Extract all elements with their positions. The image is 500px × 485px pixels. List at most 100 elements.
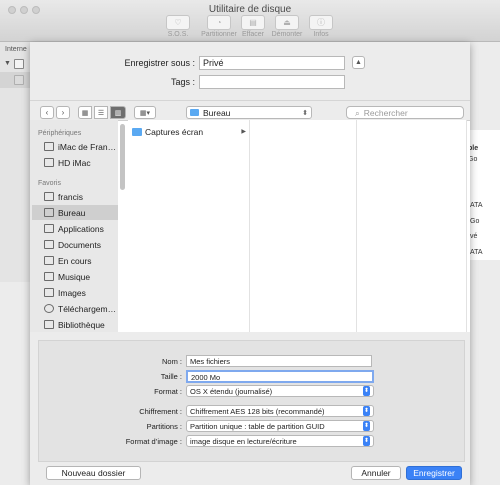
sidebar-item-label: Musique: [58, 271, 91, 282]
list-item[interactable]: Captures écran ▶: [132, 126, 246, 137]
updown-icon: ⬍: [302, 109, 308, 117]
info-fragment: ATA: [470, 249, 483, 256]
sidebar-selected-volume[interactable]: [0, 72, 30, 88]
applications-icon: [44, 224, 54, 233]
sidebar-item-label: Bureau: [58, 207, 86, 218]
desktop-icon: [44, 208, 54, 217]
disclosure-arrow-icon: ▶: [241, 129, 246, 135]
sidebar-item-francis[interactable]: francis: [32, 189, 118, 204]
cover-flow-icon: ▦▾: [139, 109, 151, 117]
sidebar-item-label: Images: [58, 287, 86, 298]
folder-icon: [132, 127, 142, 136]
downloads-icon: [44, 304, 54, 313]
chevron-updown-icon: ⬍: [363, 421, 370, 431]
save-as-input[interactable]: Privé: [199, 56, 345, 70]
unmount-button[interactable]: ⏏: [275, 15, 299, 30]
sidebar-item-label: En cours: [58, 255, 92, 266]
info-label: Infos: [313, 31, 329, 38]
size-input[interactable]: 2000 Mo: [186, 370, 374, 383]
format-value: OS X étendu (journalisé): [190, 386, 273, 396]
info-fragment: vé: [470, 233, 478, 240]
encryption-select[interactable]: Chiffrement AES 128 bits (recommandé) ⬍: [186, 405, 374, 417]
hard-drive-icon: [44, 158, 54, 167]
browser-column-3: [357, 120, 467, 332]
sidebar-item-label: Documents: [58, 239, 101, 250]
image-format-select[interactable]: image disque en lecture/écriture ⬍: [186, 435, 374, 447]
sidebar-item-bibliotheque[interactable]: Bibliothèque: [32, 317, 118, 332]
partitions-select[interactable]: Partition unique : table de partition GU…: [186, 420, 374, 432]
sidebar-item-label: iMac de Fran…: [58, 141, 117, 152]
browser-column-2: [250, 120, 357, 332]
save-button[interactable]: Enregistrer: [406, 466, 462, 480]
sidebar-item-musique[interactable]: Musique: [32, 269, 118, 284]
disk-icon[interactable]: [14, 59, 24, 69]
window-title: Utilitaire de disque: [208, 4, 292, 15]
devices-header: Périphériques: [38, 130, 82, 137]
sidebar-item-documents[interactable]: Documents: [32, 237, 118, 252]
location-label: Bureau: [203, 107, 231, 118]
erase-button[interactable]: ▤: [241, 15, 265, 30]
imac-icon: [44, 142, 54, 151]
chevron-right-icon: ›: [61, 108, 65, 117]
encryption-label: Chiffrement :: [139, 407, 182, 416]
stethoscope-icon: ♡: [174, 18, 182, 27]
chevron-left-icon: ‹: [45, 108, 49, 117]
pie-icon: ◔: [216, 18, 222, 27]
folder-icon: [44, 256, 54, 265]
partition-button[interactable]: ◔: [207, 15, 231, 30]
search-icon: ⌕: [355, 108, 360, 118]
list-view-button[interactable]: ☰: [94, 106, 108, 119]
gallery-view-button[interactable]: ▦▾: [134, 106, 156, 119]
column-view-button[interactable]: ▥: [110, 106, 126, 119]
cancel-button[interactable]: Annuler: [351, 466, 401, 480]
image-format-value: image disque en lecture/écriture: [190, 436, 297, 446]
back-button[interactable]: ‹: [40, 106, 54, 119]
sidebar-item-en-cours[interactable]: En cours: [32, 253, 118, 268]
disclosure-triangle-icon[interactable]: ▼: [4, 60, 11, 67]
tags-input[interactable]: [199, 75, 345, 89]
list-icon: ☰: [97, 109, 105, 117]
sidebar-item-bureau[interactable]: Bureau: [32, 205, 118, 220]
sidebar-item-images[interactable]: Images: [32, 285, 118, 300]
info-button[interactable]: ⓘ: [309, 15, 333, 30]
new-folder-button[interactable]: Nouveau dossier: [46, 466, 141, 480]
music-icon: [44, 272, 54, 281]
collapse-sheet-button[interactable]: ▲: [352, 56, 365, 69]
grid-icon: ▦: [81, 109, 89, 117]
sidebar-item-applications[interactable]: Applications: [32, 221, 118, 236]
location-popup[interactable]: Bureau ⬍: [186, 106, 312, 119]
chevron-updown-icon: ⬍: [363, 406, 370, 416]
tags-label: Tags :: [170, 77, 195, 87]
sidebar-scrollbar[interactable]: [120, 124, 125, 190]
size-label: Taille :: [160, 372, 182, 381]
image-format-label: Format d’image :: [125, 437, 182, 446]
folder-icon: [190, 109, 199, 116]
chevron-updown-icon: ⬍: [363, 436, 370, 446]
icon-view-button[interactable]: ▦: [78, 106, 92, 119]
forward-button[interactable]: ›: [56, 106, 70, 119]
sidebar-item-telechargements[interactable]: Téléchargem…: [32, 301, 118, 316]
favorites-header: Favoris: [38, 180, 61, 187]
name-label: Nom :: [161, 357, 182, 366]
partitions-label: Partitions :: [146, 422, 182, 431]
sidebar-item-label: Applications: [58, 223, 104, 234]
search-input[interactable]: ⌕ Rechercher: [346, 106, 464, 119]
info-icon: ⓘ: [317, 18, 325, 27]
folder-label: Captures écran: [145, 126, 204, 137]
sidebar-section-interne: Interne: [5, 46, 27, 53]
eject-icon: ⏏: [283, 18, 291, 27]
chevron-up-icon: ▲: [355, 59, 362, 66]
browser-column-1: [128, 120, 250, 332]
save-as-label: Enregistrer sous :: [124, 58, 195, 68]
info-fragment: Go: [470, 218, 480, 225]
sidebar-item-imac[interactable]: iMac de Fran…: [32, 139, 118, 154]
sos-button[interactable]: ♡: [166, 15, 190, 30]
sidebar-item-label: HD iMac: [58, 157, 91, 168]
encryption-value: Chiffrement AES 128 bits (recommandé): [190, 406, 325, 416]
sidebar-item-label: Téléchargem…: [58, 303, 117, 314]
info-fragment: ATA: [470, 202, 483, 209]
sidebar-item-hd-imac[interactable]: HD iMac: [32, 155, 118, 170]
name-input[interactable]: Mes fichiers: [186, 355, 372, 367]
partitions-value: Partition unique : table de partition GU…: [190, 421, 325, 431]
format-select[interactable]: OS X étendu (journalisé) ⬍: [186, 385, 374, 397]
